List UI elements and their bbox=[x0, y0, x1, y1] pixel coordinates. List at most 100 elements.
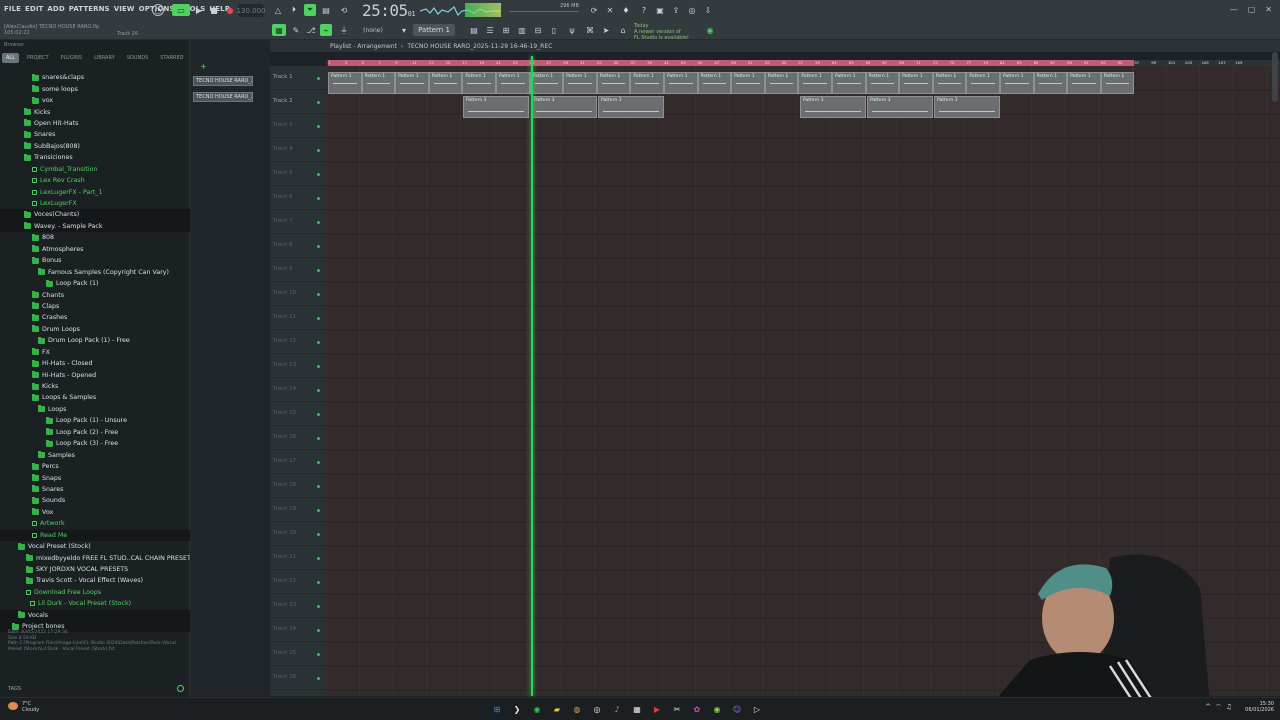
browser-folder[interactable]: snares&claps bbox=[0, 72, 190, 83]
pattern-clip[interactable]: Pattern 1 bbox=[865, 72, 900, 94]
track-led-icon[interactable] bbox=[317, 269, 320, 272]
browser-folder[interactable]: Wavey. - Sample Pack bbox=[0, 220, 190, 233]
pattern-clip[interactable]: Pattern 1 bbox=[361, 72, 396, 94]
pattern-clip[interactable]: Pattern 1 bbox=[1000, 72, 1034, 94]
browser-folder[interactable]: Loop Pack (1) bbox=[0, 278, 190, 289]
app-icon[interactable]: ✿ bbox=[690, 702, 704, 716]
pattern-clip[interactable]: Pattern 3 bbox=[934, 96, 1000, 118]
record-mode-icon[interactable]: ◔ bbox=[152, 4, 164, 16]
pattern-clip[interactable]: Pattern 1 bbox=[462, 72, 496, 94]
browser-folder[interactable]: Vox bbox=[0, 507, 190, 518]
menu-patterns[interactable]: PATTERNS bbox=[69, 5, 110, 13]
tab-plugins[interactable]: PLUGINS bbox=[57, 53, 86, 63]
browser-folder[interactable]: Bonus bbox=[0, 255, 190, 266]
track-led-icon[interactable] bbox=[317, 389, 320, 392]
track-header[interactable]: Track 25 bbox=[270, 642, 326, 666]
browser-folder[interactable]: vox bbox=[0, 95, 190, 106]
track-led-icon[interactable] bbox=[317, 317, 320, 320]
stop-icon[interactable]: ■ bbox=[208, 4, 220, 16]
pattern-clip[interactable]: Pattern 3 bbox=[867, 96, 933, 118]
add-pattern-icon[interactable]: + bbox=[200, 62, 207, 71]
mode-icon[interactable]: ▾ bbox=[398, 24, 410, 36]
pattern-clip[interactable]: Pattern 1 bbox=[697, 72, 732, 94]
track-led-icon[interactable] bbox=[317, 293, 320, 296]
media-icon[interactable]: ▷ bbox=[750, 702, 764, 716]
browser-folder[interactable]: Snaps bbox=[0, 472, 190, 483]
pattern-clip[interactable]: Pattern 1 bbox=[798, 72, 832, 94]
capcut-icon[interactable]: ✂ bbox=[670, 702, 684, 716]
track-header[interactable]: Track 14 bbox=[270, 378, 326, 402]
browser-folder[interactable]: FX bbox=[0, 347, 190, 358]
browser-folder[interactable]: Loops bbox=[0, 404, 190, 415]
track-led-icon[interactable] bbox=[317, 437, 320, 440]
browser-folder[interactable]: Loop Pack (1) - Unsure bbox=[0, 415, 190, 426]
browser-folder[interactable]: Crashes bbox=[0, 312, 190, 323]
stems-icon[interactable]: ▯ bbox=[548, 24, 560, 36]
news-panel[interactable]: Today A newer version of FL Studio is av… bbox=[634, 23, 689, 41]
track-header[interactable]: Track 19 bbox=[270, 498, 326, 522]
tab-sounds[interactable]: SOUNDS bbox=[123, 53, 153, 63]
pattern-clip[interactable]: Pattern 1 bbox=[395, 72, 429, 94]
refresh-icon[interactable]: ⟳ bbox=[588, 4, 600, 16]
search-icon[interactable] bbox=[177, 685, 184, 692]
browser-folder[interactable]: Snares bbox=[0, 484, 190, 495]
track-header[interactable]: Track 12 bbox=[270, 330, 326, 354]
chrome-icon[interactable]: ◍ bbox=[570, 702, 584, 716]
countdown-icon[interactable]: ⏷ bbox=[304, 4, 316, 16]
browser-folder[interactable]: Hi-Hats - Opened bbox=[0, 369, 190, 380]
browser-folder[interactable]: Samples bbox=[0, 449, 190, 460]
track-header[interactable]: Track 4 bbox=[270, 138, 326, 162]
browser-folder[interactable]: Travis Scott - Vocal Effect (Waves) bbox=[0, 575, 190, 586]
track-header[interactable]: Track 9 bbox=[270, 258, 326, 282]
pattern-clip[interactable]: Pattern 1 bbox=[1033, 72, 1068, 94]
pattern-clip[interactable]: Pattern 3 bbox=[598, 96, 664, 118]
track-led-icon[interactable] bbox=[317, 461, 320, 464]
browser-folder[interactable]: Atmospheres bbox=[0, 244, 190, 255]
tags-label[interactable]: TAGS bbox=[8, 686, 21, 692]
playhead[interactable] bbox=[531, 56, 533, 696]
vertical-scrollbar[interactable] bbox=[1272, 52, 1278, 102]
browser-folder[interactable]: Voces(Chants) bbox=[0, 209, 190, 221]
track-led-icon[interactable] bbox=[317, 77, 320, 80]
start-icon[interactable]: ⊞ bbox=[490, 702, 504, 716]
track-led-icon[interactable] bbox=[317, 653, 320, 656]
pat-song-toggle[interactable]: ▭ bbox=[172, 4, 190, 16]
browser-folder[interactable]: Transiciones bbox=[0, 152, 190, 163]
close-icon[interactable]: ✕ bbox=[1265, 5, 1272, 14]
track-led-icon[interactable] bbox=[317, 533, 320, 536]
pattern-clip[interactable]: Pattern 1 bbox=[1067, 72, 1101, 94]
browser-file[interactable]: Download Free Loops bbox=[0, 587, 190, 598]
pattern-clip[interactable]: Pattern 1 bbox=[664, 72, 698, 94]
snap-icon[interactable]: ⏚ bbox=[338, 24, 350, 36]
upload-icon[interactable]: ⇪ bbox=[670, 4, 682, 16]
pattern-clip[interactable]: Pattern 1 bbox=[596, 72, 631, 94]
pattern-clip[interactable]: Pattern 1 bbox=[428, 72, 463, 94]
browser-folder[interactable]: Loop Pack (2) - Free bbox=[0, 427, 190, 438]
browser-folder[interactable]: 808 bbox=[0, 232, 190, 243]
save-icon[interactable]: ▣ bbox=[654, 4, 666, 16]
track-led-icon[interactable] bbox=[317, 413, 320, 416]
play-icon[interactable]: ▶ bbox=[193, 4, 205, 16]
track-header[interactable]: Track 5 bbox=[270, 162, 326, 186]
pattern-clip[interactable]: Pattern 1 bbox=[328, 72, 362, 94]
piano-roll-icon[interactable]: ▥ bbox=[516, 24, 528, 36]
pattern-clip[interactable]: Pattern 1 bbox=[563, 72, 597, 94]
browser-folder[interactable]: SKY JORDXN VOCAL PRESETS bbox=[0, 564, 190, 575]
pattern-clip[interactable]: Pattern 3 bbox=[463, 96, 529, 118]
chat-icon[interactable]: ◎ bbox=[686, 4, 698, 16]
browser-folder[interactable]: mixedbyyeldo FREE FL STUD..CAL CHAIN PRE… bbox=[0, 552, 217, 563]
track-header[interactable]: Track 10 bbox=[270, 282, 326, 306]
track-led-icon[interactable] bbox=[317, 629, 320, 632]
track-header[interactable]: Track 15 bbox=[270, 402, 326, 426]
track-header[interactable]: Track 8 bbox=[270, 234, 326, 258]
channel-rack-icon[interactable]: ☰ bbox=[484, 24, 496, 36]
browser-folder[interactable]: Vocal Preset (Stock) bbox=[0, 541, 190, 552]
track-led-icon[interactable] bbox=[317, 341, 320, 344]
update-icon[interactable]: ◉ bbox=[704, 24, 716, 36]
paint-tool-icon[interactable]: ⎇ bbox=[305, 24, 317, 36]
pattern-clip[interactable]: Pattern 1 bbox=[932, 72, 967, 94]
track-header[interactable]: Track 7 bbox=[270, 210, 326, 234]
browser-folder[interactable]: Chants bbox=[0, 289, 190, 300]
calculator-icon[interactable]: ▦ bbox=[630, 702, 644, 716]
browser-folder[interactable]: Loops & Samples bbox=[0, 392, 190, 403]
